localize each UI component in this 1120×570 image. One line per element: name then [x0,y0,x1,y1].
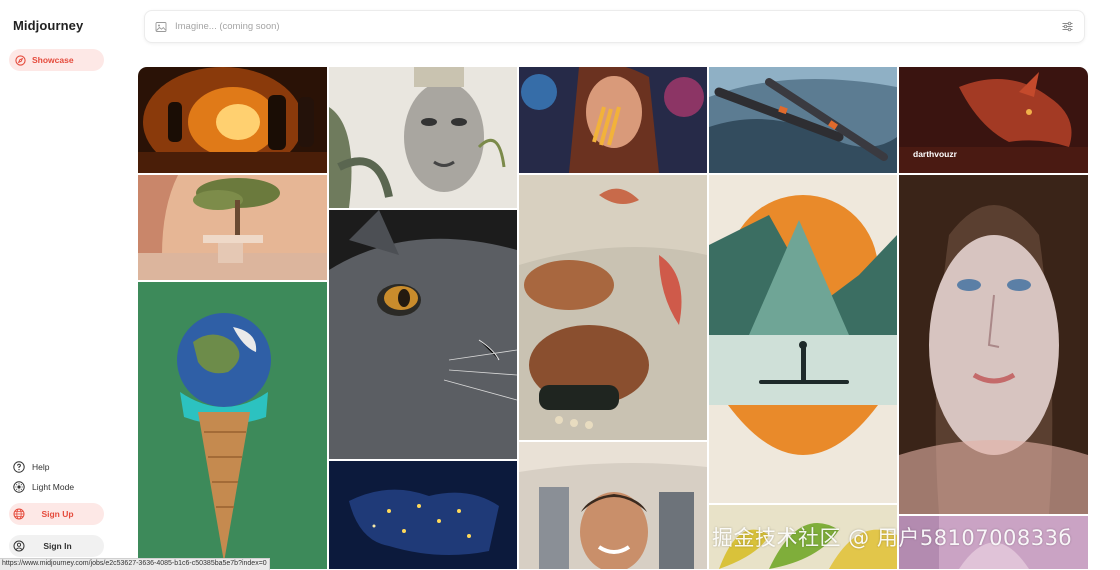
nav-showcase[interactable]: Showcase [9,49,104,71]
help-link[interactable]: Help [13,461,49,473]
showcase-gallery: darthvouzr [138,67,1088,569]
imagine-search-bar[interactable]: Imagine... (coming soon) [144,10,1085,43]
image-icon [155,21,167,32]
search-input[interactable]: Imagine... (coming soon) [175,21,1061,32]
gray-cat-closeup-image[interactable] [329,210,517,459]
globe-icon [13,508,25,520]
light-mode-toggle[interactable]: Light Mode [13,481,74,493]
collage-woman-face-image[interactable] [329,67,517,208]
sidebar: Midjourney Showcase Help Light Mode Sign… [0,0,125,569]
watermark-text: 掘金技术社区 @ 用户5810700833б [712,526,1072,550]
smiling-man-cafe-image[interactable] [519,442,707,569]
user-circle-icon [13,540,25,552]
help-label: Help [32,462,50,472]
sign-up-button[interactable]: Sign Up [9,503,104,525]
sign-up-label: Sign Up [41,509,74,519]
europe-night-map-image[interactable] [329,461,517,569]
earth-ice-cream-cone-image[interactable] [138,282,327,569]
spaceships-image[interactable] [709,67,897,173]
browser-status-bar: https://www.midjourney.com/jobs/e2c53627… [0,558,270,570]
sun-icon [13,481,25,493]
firefighters-tunnel-image[interactable] [138,67,327,173]
help-circle-icon [13,461,25,473]
woman-eating-fries-image[interactable] [519,67,707,173]
red-dragon-image[interactable]: darthvouzr [899,67,1088,173]
compass-icon [15,54,26,66]
nav-showcase-label: Showcase [32,55,74,65]
sign-in-label: Sign In [43,541,72,551]
sliders-icon[interactable] [1061,20,1074,33]
embroidered-birds-hands-image[interactable] [519,175,707,440]
light-mode-label: Light Mode [32,482,75,492]
app-logo[interactable]: Midjourney [13,18,83,33]
sign-in-button[interactable]: Sign In [9,535,104,557]
creator-caption: darthvouzr [913,149,957,159]
interior-tree-room-image[interactable] [138,175,327,280]
mountain-lake-paddleboard-image[interactable] [709,175,897,503]
glowing-face-portrait-image[interactable] [899,175,1088,514]
